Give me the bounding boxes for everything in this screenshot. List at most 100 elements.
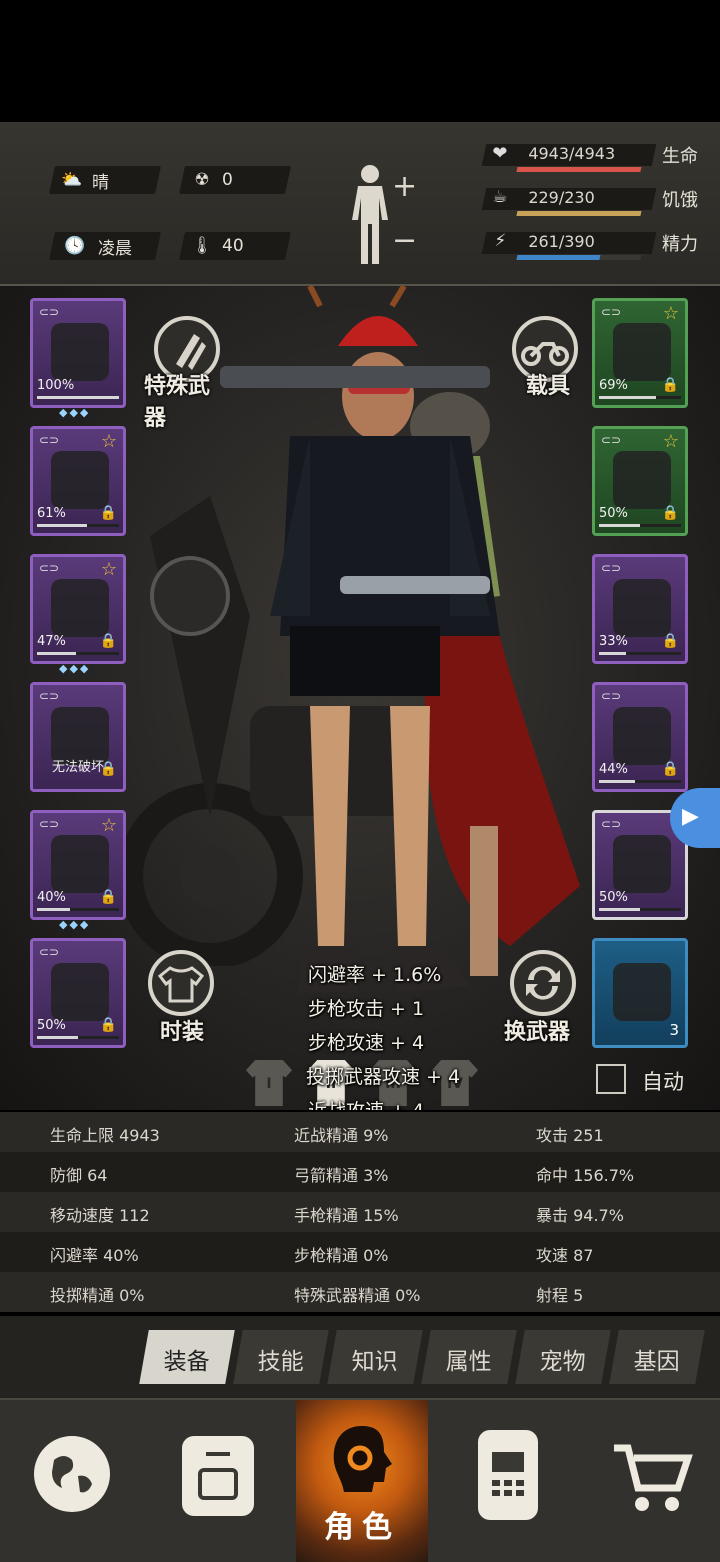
durability-text: 33%: [599, 634, 628, 649]
tab-3[interactable]: 属性: [421, 1330, 517, 1384]
walkie-talkie-icon: [478, 1430, 538, 1520]
special-weapon-button[interactable]: 特殊武器: [144, 310, 228, 431]
status-panel: ⛅ 晴 ☢ 0 🕓 凌晨 🌡 40 + − ❤ 4943/4943 生命 ☕ 2…: [0, 122, 720, 286]
temperature-pill: 🌡 40: [179, 232, 291, 260]
stats-row: 投掷精通 0% 特殊武器精通 0% 射程 5: [0, 1272, 720, 1312]
left-equipment-slot[interactable]: ⊂⊃ ☆ 47% 🔒 ◆◆◆: [30, 554, 126, 675]
bottom-navigation: 角色: [0, 1398, 720, 1562]
left-equipment-slot[interactable]: ⊂⊃ 无法破坏 🔒: [30, 682, 126, 792]
right-equipment-slot[interactable]: ⊂⊃ 33% 🔒: [592, 554, 688, 664]
equipment-item-image: [613, 963, 671, 1021]
vehicle-button[interactable]: 载具: [508, 310, 588, 406]
tab-0[interactable]: 装备: [139, 1330, 235, 1384]
durability-text: 61%: [37, 506, 66, 521]
nav-character-button[interactable]: 角色: [296, 1400, 428, 1562]
temperature-value: 40: [222, 236, 244, 256]
item-count: 3: [669, 1021, 679, 1039]
durability-bar: [37, 652, 119, 655]
stat-value: 攻击 251: [536, 1126, 604, 1145]
left-equipment-slot[interactable]: ⊂⊃ ☆ 40% 🔒 ◆◆◆: [30, 810, 126, 931]
health-bar: ❤ 4943/4943: [481, 143, 657, 172]
auto-label: 自动: [642, 1070, 684, 1094]
lock-icon: 🔒: [661, 505, 679, 521]
tab-label: 知识: [351, 1349, 398, 1375]
hunger-value: 229/230: [528, 188, 595, 207]
tab-5[interactable]: 基因: [609, 1330, 705, 1384]
stats-row: 移动速度 112 手枪精通 15% 暴击 94.7%: [0, 1192, 720, 1232]
durability-text: 44%: [599, 762, 628, 777]
stat-value: 近战精通 9%: [294, 1126, 389, 1145]
left-equipment-slot[interactable]: ⊂⊃ 50% 🔒: [30, 938, 126, 1048]
shopping-cart-icon: [610, 1440, 694, 1516]
equipment-item-image: [51, 579, 109, 637]
left-equipment-slot[interactable]: ⊂⊃ 100% ◆◆◆: [30, 298, 126, 419]
star-icon: ☆: [100, 431, 117, 452]
link-icon: ⊂⊃: [39, 945, 60, 959]
svg-text:−: −: [392, 223, 417, 258]
tab-label: 属性: [445, 1349, 492, 1375]
stat-value: 射程 5: [536, 1286, 584, 1305]
outfit-set-1[interactable]: I: [246, 1060, 292, 1106]
nav-map-button[interactable]: [0, 1400, 144, 1562]
body-silhouette-icon: + −: [352, 165, 417, 264]
stat-value: 攻速 87: [536, 1246, 594, 1265]
durability-text: 50%: [599, 506, 628, 521]
durability-bar: [599, 524, 681, 527]
equipment-item-image: [613, 323, 671, 381]
auto-checkbox[interactable]: [596, 1064, 626, 1094]
cloud-sun-icon: ⛅: [61, 170, 83, 190]
vehicle-label: 载具: [526, 374, 571, 399]
durability-bar: [599, 780, 681, 783]
special-weapon-label: 特殊武器: [144, 374, 211, 431]
swap-weapon-button[interactable]: 换武器: [504, 950, 594, 1046]
lock-icon: 🔒: [661, 633, 679, 649]
tab-label: 技能: [257, 1349, 304, 1375]
tab-2[interactable]: 知识: [327, 1330, 423, 1384]
player-character-illustration: [220, 286, 500, 992]
stats-row: 生命上限 4943 近战精通 9% 攻击 251: [0, 1112, 720, 1152]
category-tabs: 装备 技能 知识 属性 宠物 基因: [0, 1316, 720, 1398]
nav-shop-button[interactable]: [580, 1400, 720, 1562]
durability-bar: [599, 396, 681, 399]
durability-bar: [37, 396, 119, 399]
stats-table: 生命上限 4943 近战精通 9% 攻击 251 防御 64 弓箭精通 3% 命中 156…: [0, 1112, 720, 1314]
time-pill: 🕓 凌晨: [49, 232, 161, 260]
link-icon: ⊂⊃: [39, 689, 60, 703]
fashion-button[interactable]: 时装: [148, 950, 228, 1046]
equipment-item-image: [613, 707, 671, 765]
body-status-button[interactable]: + −: [348, 162, 418, 266]
tshirt-icon: [148, 950, 214, 1016]
lock-icon: 🔒: [99, 761, 117, 777]
stat-value: 弓箭精通 3%: [294, 1166, 389, 1185]
hunger-bar: ☕ 229/230: [481, 187, 657, 216]
swap-arrows-icon: [510, 950, 576, 1016]
link-icon: ⊂⊃: [39, 433, 60, 447]
link-icon: ⊂⊃: [601, 433, 622, 447]
durability-text: 69%: [599, 378, 628, 393]
stat-value: 手枪精通 15%: [294, 1206, 399, 1225]
outfit-set-label: I: [266, 1076, 272, 1092]
right-equipment-slot[interactable]: ⊂⊃ ☆ 50% 🔒: [592, 426, 688, 536]
right-equipment-slot[interactable]: ⊂⊃ ☆ 69% 🔒: [592, 298, 688, 408]
stat-value: 闪避率 40%: [50, 1246, 139, 1265]
lock-icon: 🔒: [99, 1017, 117, 1033]
durability-text: 100%: [37, 378, 75, 393]
lock-icon: 🔒: [99, 505, 117, 521]
fashion-label: 时装: [160, 1020, 205, 1045]
left-equipment-slot[interactable]: ⊂⊃ ☆ 61% 🔒: [30, 426, 126, 536]
stomach-icon: ☕: [492, 187, 508, 207]
stats-row: 防御 64 弓箭精通 3% 命中 156.7%: [0, 1152, 720, 1192]
nav-radio-button[interactable]: [434, 1400, 578, 1562]
stat-value: 特殊武器精通 0%: [294, 1286, 421, 1305]
durability-text: 50%: [37, 1018, 66, 1033]
stat-value: 防御 64: [50, 1166, 108, 1185]
tab-4[interactable]: 宠物: [515, 1330, 611, 1384]
right-equipment-slot[interactable]: 3: [592, 938, 688, 1048]
stat-value: 暴击 94.7%: [536, 1206, 624, 1225]
lock-icon: 🔒: [661, 761, 679, 777]
star-icon: ☆: [100, 559, 117, 580]
nav-backpack-button[interactable]: [144, 1400, 288, 1562]
tab-1[interactable]: 技能: [233, 1330, 329, 1384]
right-equipment-slot[interactable]: ⊂⊃ 44% 🔒: [592, 682, 688, 792]
auto-toggle[interactable]: 自动: [596, 1064, 696, 1100]
